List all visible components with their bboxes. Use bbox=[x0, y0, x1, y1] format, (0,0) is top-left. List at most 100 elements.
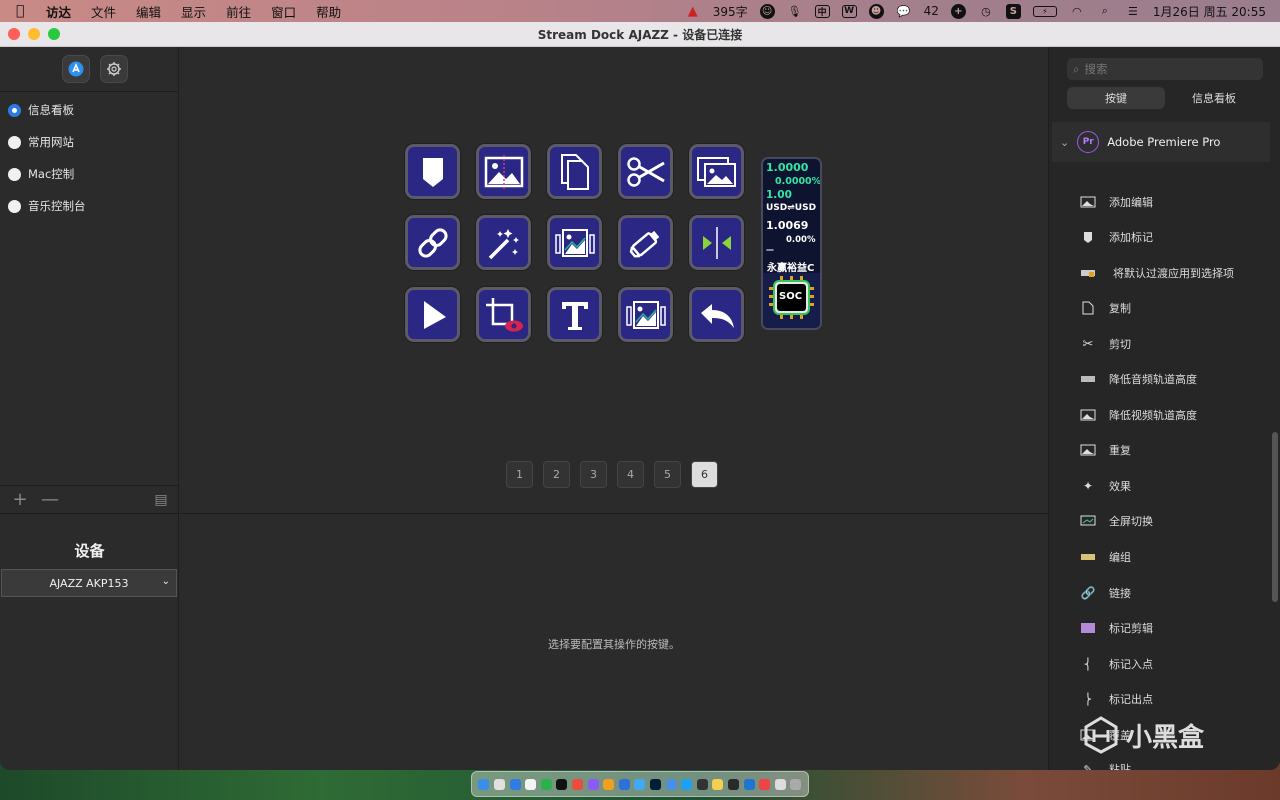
search-icon[interactable]: ⌕ bbox=[1097, 4, 1113, 18]
action-paste[interactable]: ✎ 粘贴 bbox=[1079, 759, 1131, 771]
action-add-edit[interactable]: 添加编辑 bbox=[1079, 192, 1153, 212]
action-copy[interactable]: 复制 bbox=[1079, 298, 1131, 318]
action-add-marker[interactable]: 添加标记 bbox=[1079, 227, 1153, 247]
menu-file[interactable]: 文件 bbox=[91, 2, 116, 21]
s-app-icon[interactable]: S bbox=[1005, 3, 1021, 19]
page-button-3[interactable]: 3 bbox=[580, 461, 607, 488]
action-apply-default-transition[interactable]: 将默认过渡应用到选择项 bbox=[1079, 263, 1234, 283]
key-copy[interactable] bbox=[547, 144, 602, 199]
search-input[interactable]: ⌕ 搜索 bbox=[1067, 58, 1263, 80]
launchpad-icon[interactable] bbox=[493, 778, 505, 790]
action-link[interactable]: 🔗 链接 bbox=[1079, 583, 1131, 603]
action-cut[interactable]: ✂ 剪切 bbox=[1079, 334, 1131, 354]
profile-item-dashboard[interactable]: 信息看板 bbox=[0, 94, 178, 126]
device-select[interactable]: AJAZZ AKP153 ⌄ bbox=[1, 569, 177, 597]
stream-dock-icon[interactable] bbox=[696, 778, 708, 790]
page-button-2[interactable]: 2 bbox=[543, 461, 570, 488]
photoshop-icon[interactable] bbox=[650, 778, 661, 790]
menu-window[interactable]: 窗口 bbox=[271, 2, 296, 21]
key-add-edit[interactable] bbox=[476, 144, 531, 199]
microphone-icon[interactable]: 🎙 bbox=[787, 4, 803, 18]
key-tube[interactable] bbox=[618, 215, 673, 270]
wechat-icon[interactable]: 💬 bbox=[896, 4, 912, 18]
zoom-window-button[interactable] bbox=[48, 28, 60, 40]
key-undo[interactable] bbox=[689, 287, 744, 342]
key-pointer[interactable] bbox=[405, 287, 460, 342]
settings-button[interactable] bbox=[100, 55, 128, 83]
preview-icon[interactable] bbox=[774, 778, 786, 790]
info-display-widget[interactable]: 1.0000 0.0000% 1.00 USD⇌USD 1.0069 0.00%… bbox=[761, 157, 822, 330]
tab-dashboard[interactable]: 信息看板 bbox=[1165, 87, 1263, 109]
page-button-5[interactable]: 5 bbox=[654, 461, 681, 488]
control-center-icon[interactable]: ☰ bbox=[1125, 4, 1141, 18]
menu-edit[interactable]: 编辑 bbox=[136, 2, 161, 21]
key-marker[interactable] bbox=[405, 144, 460, 199]
apple-icon[interactable]:  bbox=[16, 3, 32, 19]
app-cyan-icon[interactable] bbox=[681, 778, 693, 790]
profile-item-mac-control[interactable]: Mac控制 bbox=[0, 158, 178, 190]
page-button-4[interactable]: 4 bbox=[617, 461, 644, 488]
key-reduce-video-track[interactable] bbox=[689, 144, 744, 199]
plus-circle-icon[interactable]: + bbox=[950, 3, 966, 19]
app-dark-icon[interactable] bbox=[728, 778, 740, 790]
key-link[interactable] bbox=[405, 215, 460, 270]
key-in-out[interactable] bbox=[689, 215, 744, 270]
tab-keys[interactable]: 按键 bbox=[1067, 87, 1165, 109]
minimize-window-button[interactable] bbox=[28, 28, 40, 40]
action-mark-out[interactable]: ⎬ 标记出点 bbox=[1079, 689, 1153, 709]
feishu-icon[interactable] bbox=[634, 778, 646, 790]
key-overwrite[interactable] bbox=[618, 287, 673, 342]
app-files-icon[interactable] bbox=[665, 778, 677, 790]
action-effects[interactable]: ✦ 效果 bbox=[1079, 476, 1131, 496]
key-fullscreen[interactable] bbox=[547, 215, 602, 270]
action-reduce-video-track[interactable]: 降低视频轨道高度 bbox=[1079, 405, 1197, 425]
radio[interactable] bbox=[8, 167, 21, 181]
face-icon[interactable]: ☺ bbox=[759, 3, 775, 19]
app-purple-icon[interactable] bbox=[587, 778, 599, 790]
word-icon[interactable]: W bbox=[841, 4, 857, 18]
profile-item-music[interactable]: 音乐控制台 bbox=[0, 190, 178, 222]
finder-icon[interactable] bbox=[478, 778, 490, 790]
action-reduce-audio-track[interactable]: 降低音频轨道高度 bbox=[1079, 369, 1197, 389]
calendar-icon[interactable] bbox=[525, 778, 537, 790]
add-profile-button[interactable]: + bbox=[10, 489, 30, 510]
app-store-icon[interactable] bbox=[509, 778, 521, 790]
category-adobe-premiere[interactable]: ⌄ Pr Adobe Premiere Pro bbox=[1052, 122, 1270, 162]
app-blue2-icon[interactable] bbox=[743, 778, 755, 790]
action-group[interactable]: 编组 bbox=[1079, 547, 1131, 567]
menu-go[interactable]: 前往 bbox=[226, 2, 251, 21]
page-button-1[interactable]: 1 bbox=[506, 461, 533, 488]
radio[interactable] bbox=[8, 199, 21, 213]
key-text[interactable] bbox=[547, 287, 602, 342]
battery-icon[interactable]: ⚡ bbox=[1032, 5, 1057, 17]
qq-icon[interactable] bbox=[556, 778, 568, 790]
input-method-icon[interactable]: 中 bbox=[814, 4, 830, 18]
datetime[interactable]: 1月26日 周五 20:55 bbox=[1153, 3, 1266, 20]
profile-item-websites[interactable]: 常用网站 bbox=[0, 126, 178, 158]
menu-view[interactable]: 显示 bbox=[181, 2, 206, 21]
wechat-icon[interactable] bbox=[540, 778, 552, 790]
action-fullscreen-toggle[interactable]: 全屏切换 bbox=[1079, 511, 1153, 531]
qq-icon[interactable]: ☻ bbox=[868, 3, 884, 19]
key-effects[interactable] bbox=[476, 215, 531, 270]
action-mark-in[interactable]: ⎨ 标记入点 bbox=[1079, 654, 1153, 674]
radio-selected[interactable] bbox=[8, 103, 21, 117]
wifi-icon[interactable]: ◠ bbox=[1069, 4, 1085, 18]
app-red-icon[interactable] bbox=[571, 778, 583, 790]
app-blue-icon[interactable] bbox=[618, 778, 630, 790]
action-duplicate[interactable]: 重复 bbox=[1079, 440, 1131, 460]
word-count[interactable]: 395字 bbox=[713, 3, 748, 20]
right-scrollbar[interactable] bbox=[1272, 432, 1278, 602]
notes-icon[interactable] bbox=[712, 778, 724, 790]
menu-app[interactable]: 访达 bbox=[46, 2, 71, 21]
action-mark-clip[interactable]: 标记剪辑 bbox=[1079, 618, 1153, 638]
music-icon[interactable] bbox=[759, 778, 771, 790]
key-cut[interactable] bbox=[618, 144, 673, 199]
profile-manage-icon[interactable]: ▤ bbox=[151, 492, 171, 508]
trash-icon[interactable] bbox=[790, 778, 802, 790]
remove-profile-button[interactable]: — bbox=[40, 489, 60, 510]
close-window-button[interactable] bbox=[8, 28, 20, 40]
warning-icon[interactable]: ▲ bbox=[685, 4, 701, 19]
radio[interactable] bbox=[8, 135, 21, 149]
time-machine-icon[interactable]: ◷ bbox=[978, 4, 994, 18]
